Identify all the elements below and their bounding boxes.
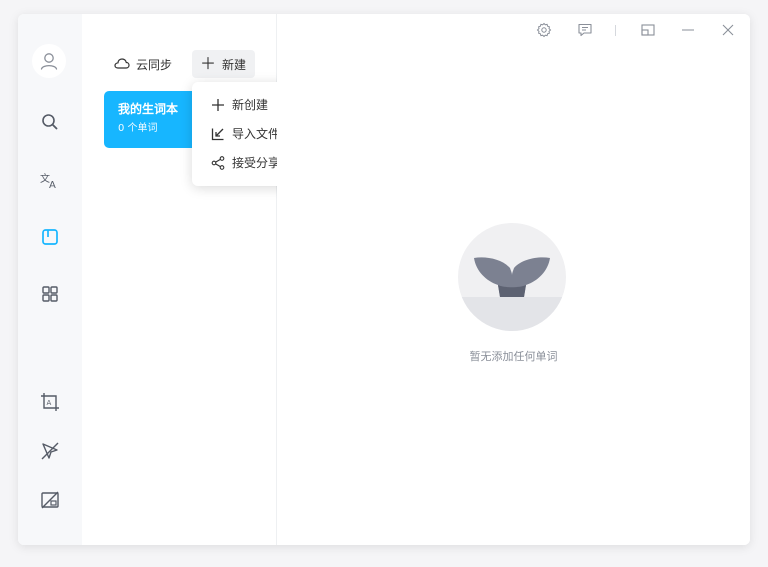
search-icon [42, 114, 58, 130]
close-icon [722, 24, 734, 36]
feedback-button[interactable] [575, 20, 595, 40]
feedback-icon [578, 23, 592, 37]
sidebar-item-screenshot-translate[interactable]: A [34, 386, 66, 418]
select-translate-off-icon [41, 442, 59, 460]
titlebar-divider [615, 25, 616, 36]
menu-item-label: 导入文件 [232, 127, 281, 141]
cloud-icon [114, 58, 130, 69]
cloud-sync-button[interactable]: 云同步 [106, 50, 180, 78]
sidebar: 文 A A [18, 14, 82, 545]
minimize-icon [682, 29, 694, 31]
wordbook-count: 0 个单词 [118, 123, 158, 134]
mini-window-button[interactable] [638, 20, 658, 40]
avatar-icon [40, 53, 58, 70]
plus-icon: ＋ [200, 54, 217, 73]
menu-item-label: 接受分享 [232, 156, 281, 170]
avatar[interactable] [32, 44, 66, 78]
plus-icon [212, 98, 224, 111]
settings-icon [536, 22, 552, 38]
wordbook-card[interactable]: 我的生词本 0 个单词 [104, 91, 200, 148]
share-icon [211, 155, 225, 170]
new-button-label: 新建 [222, 57, 247, 72]
new-button[interactable]: ＋ 新建 [192, 50, 255, 78]
sidebar-item-clipboard-translate[interactable] [34, 484, 66, 516]
settings-button[interactable] [534, 20, 554, 40]
apps-grid-icon [42, 286, 58, 302]
minimize-button[interactable] [678, 20, 698, 40]
clipboard-translate-off-icon [41, 491, 59, 509]
svg-text:A: A [49, 180, 56, 191]
svg-text:A: A [47, 399, 52, 407]
wordbook-icon [42, 229, 58, 245]
menu-item-label: 新创建 [232, 98, 269, 112]
wordbook-title: 我的生词本 [118, 102, 179, 116]
sidebar-item-search[interactable] [34, 106, 66, 138]
app-window: 文 A A 云同步 ＋ 新建 我的生词本 0 个单词 新创建 导入文件 接受分享… [18, 14, 750, 545]
main-content: 暂无添加任何单词 [277, 14, 750, 545]
sidebar-item-select-translate[interactable] [34, 435, 66, 467]
empty-state-illustration [458, 223, 566, 331]
sidebar-item-wordbook[interactable] [34, 221, 66, 253]
mini-window-icon [641, 24, 655, 36]
import-icon [211, 128, 224, 140]
sidebar-item-translate[interactable]: 文 A [34, 164, 66, 196]
empty-state-text: 暂无添加任何单词 [469, 350, 558, 363]
wordbook-list-panel: 云同步 ＋ 新建 我的生词本 0 个单词 新创建 导入文件 接受分享 [82, 14, 300, 545]
whale-tail-icon [458, 257, 566, 331]
screenshot-translate-icon: A [41, 393, 59, 411]
cloud-sync-label: 云同步 [136, 57, 173, 72]
close-button[interactable] [718, 20, 738, 40]
translate-icon: 文 A [40, 172, 56, 191]
sidebar-item-apps[interactable] [34, 278, 66, 310]
